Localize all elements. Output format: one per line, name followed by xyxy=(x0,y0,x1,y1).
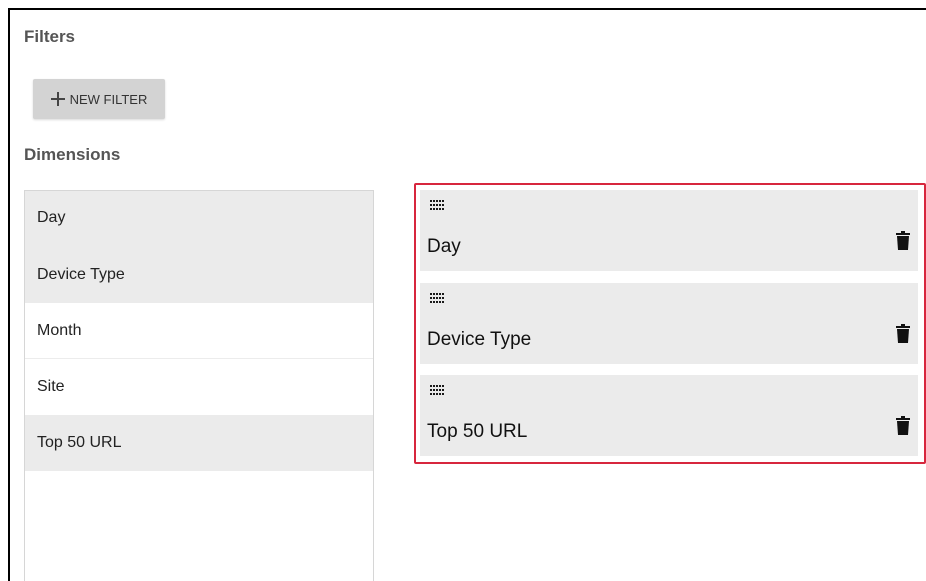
dimension-item-month[interactable]: Month xyxy=(25,303,373,359)
plus-icon xyxy=(50,92,65,106)
dimension-item-day[interactable]: Day xyxy=(25,191,373,247)
drag-grid-icon[interactable] xyxy=(430,385,445,396)
selected-dimension-card[interactable]: Device Type xyxy=(420,283,918,364)
dimensions-heading: Dimensions xyxy=(24,145,121,164)
dimension-item-label: Month xyxy=(37,321,82,339)
dimension-item-label: Top 50 URL xyxy=(37,434,122,451)
trash-icon[interactable] xyxy=(896,416,910,436)
selected-dimension-card[interactable]: Day xyxy=(420,190,918,271)
drag-grid-icon[interactable] xyxy=(430,200,445,211)
trash-icon[interactable] xyxy=(896,231,910,251)
dimension-item-device-type[interactable]: Device Type xyxy=(25,247,373,303)
selected-dimension-card[interactable]: Top 50 URL xyxy=(420,375,918,456)
trash-icon[interactable] xyxy=(896,324,910,344)
dimension-item-label: Device Type xyxy=(37,266,125,283)
new-filter-button[interactable]: NEW FILTER xyxy=(33,79,165,119)
drag-grid-icon[interactable] xyxy=(430,293,445,304)
filters-heading: Filters xyxy=(24,27,76,46)
selected-dimension-label: Day xyxy=(427,236,461,257)
selected-dimension-label: Top 50 URL xyxy=(427,421,528,442)
dimension-item-label: Site xyxy=(37,378,65,395)
dimensions-list: Day Device Type Month Site Top 50 URL xyxy=(24,190,374,581)
selected-dimension-label: Device Type xyxy=(427,329,532,350)
new-filter-label: NEW FILTER xyxy=(69,91,148,107)
dimension-item-top-50-url[interactable]: Top 50 URL xyxy=(25,415,373,471)
dimension-item-site[interactable]: Site xyxy=(25,359,373,415)
dimension-item-label: Day xyxy=(37,209,66,226)
